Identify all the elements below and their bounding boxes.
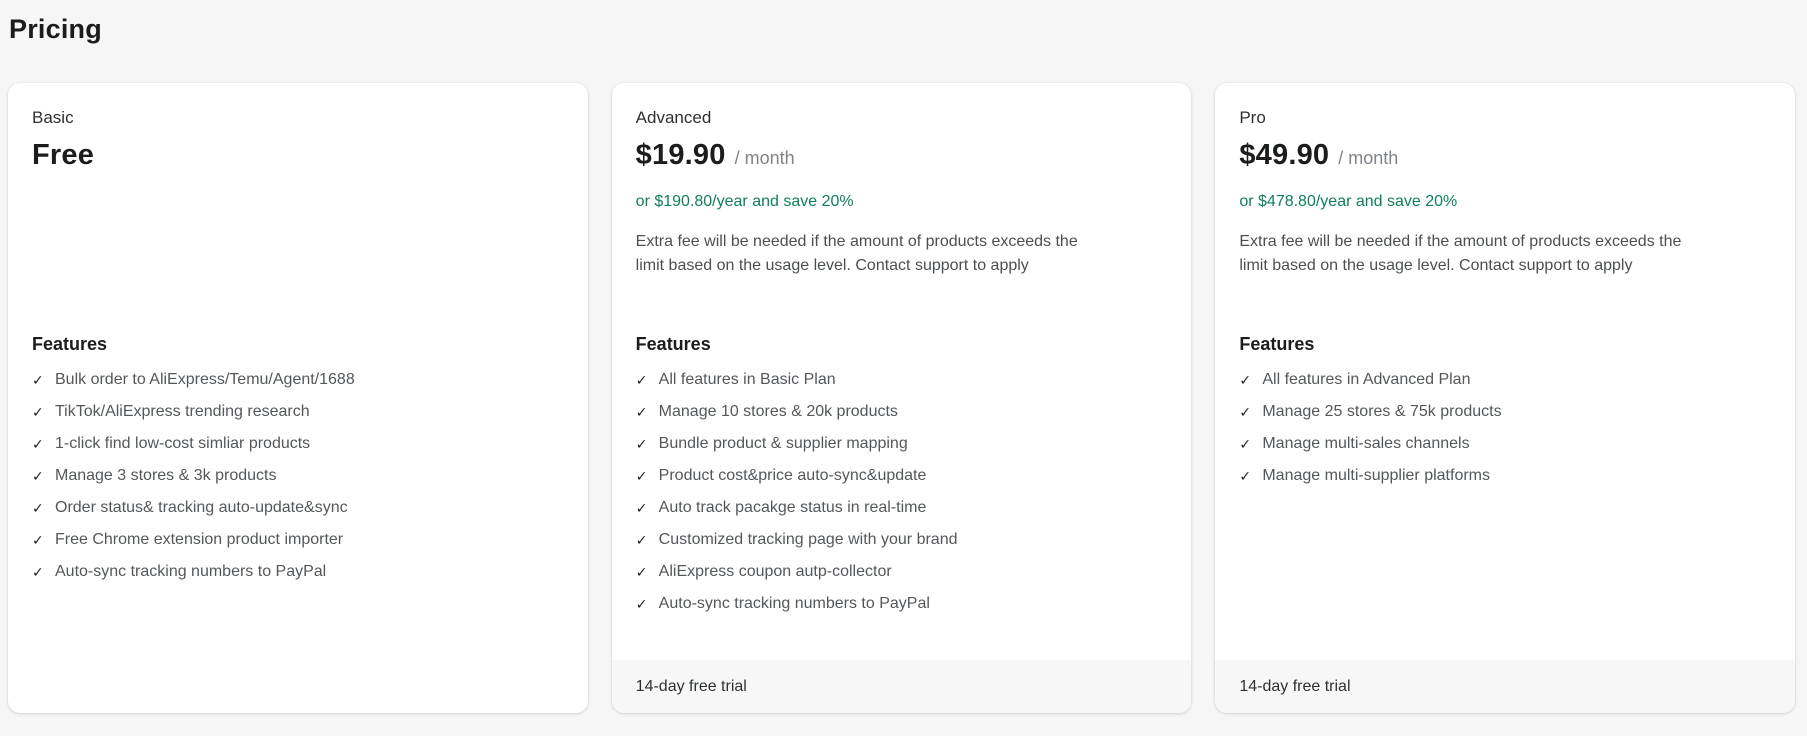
plan-name: Basic: [32, 108, 74, 127]
features-list: ✓ Bulk order to AliExpress/Temu/Agent/168…: [32, 371, 564, 581]
feature-item: ✓ Bulk order to AliExpress/Temu/Agent/168…: [32, 371, 564, 389]
feature-item: ✓ All features in Advanced Plan: [1239, 371, 1771, 389]
check-icon: ✓: [635, 372, 648, 388]
check-icon: ✓: [32, 564, 44, 580]
feature-item: ✓ Manage multi-sales channels: [1239, 435, 1771, 453]
plan-card-advanced: Advanced $19.90 / month or $190.80/year …: [611, 83, 1192, 713]
page-title: Pricing: [9, 14, 102, 44]
feature-text: AliExpress coupon autp-collector: [658, 563, 892, 580]
feature-item: ✓ Auto-sync tracking numbers to PayPal: [636, 595, 1168, 613]
feature-item: ✓ Auto-sync tracking numbers to PayPal: [32, 563, 564, 581]
trial-footer: 14-day free trial: [1215, 660, 1796, 713]
feature-item: ✓ Product cost&price auto-sync&update: [636, 467, 1168, 485]
feature-item: ✓ Manage 10 stores & 20k products: [636, 403, 1168, 421]
feature-item: ✓ Auto track pacakge status in real-time: [636, 499, 1168, 517]
feature-item: ✓ Manage multi-supplier platforms: [1239, 467, 1771, 485]
check-icon: ✓: [1239, 468, 1252, 484]
feature-item: ✓ Order status& tracking auto-update&sync: [32, 499, 564, 517]
feature-text: Customized tracking page with your brand: [658, 531, 958, 548]
plan-price-row: Free: [32, 137, 564, 173]
pricing-cards-container: Basic Free Features ✓ Bulk order to AliEx…: [8, 83, 1796, 713]
plan-price: $49.90: [1239, 139, 1330, 171]
check-icon: ✓: [1239, 372, 1252, 388]
feature-item: ✓ Customized tracking page with your bran…: [636, 531, 1168, 549]
features-heading: Features: [1239, 334, 1315, 354]
plan-billing-period: / month: [734, 148, 795, 168]
check-icon: ✓: [635, 596, 648, 612]
check-icon: ✓: [635, 436, 648, 452]
feature-item: ✓ Manage 25 stores & 75k products: [1239, 403, 1771, 421]
plan-price-row: $19.90 / month: [636, 137, 1168, 176]
plan-card-header: Advanced $19.90 / month or $190.80/year …: [636, 109, 1168, 333]
plan-name: Advanced: [635, 108, 712, 127]
feature-text: Bundle product & supplier mapping: [658, 435, 908, 452]
check-icon: ✓: [32, 468, 44, 484]
feature-text: All features in Basic Plan: [658, 371, 836, 388]
feature-text: Bulk order to AliExpress/Temu/Agent/1688: [55, 371, 355, 388]
features-heading: Features: [635, 334, 711, 354]
feature-item: ✓ TikTok/AliExpress trending research: [32, 403, 564, 421]
check-icon: ✓: [635, 404, 648, 420]
feature-text: Manage 25 stores & 75k products: [1262, 403, 1502, 420]
plan-price: Free: [32, 139, 95, 171]
check-icon: ✓: [32, 532, 44, 548]
plan-card-basic: Basic Free Features ✓ Bulk order to AliEx…: [8, 83, 588, 713]
plan-billing-period: / month: [1338, 148, 1399, 168]
feature-item: ✓ Bundle product & supplier mapping: [636, 435, 1168, 453]
check-icon: ✓: [32, 404, 44, 420]
feature-text: 1-click find low-cost simliar products: [55, 435, 311, 452]
feature-text: Manage 3 stores & 3k products: [55, 467, 277, 484]
check-icon: ✓: [1239, 436, 1252, 452]
check-icon: ✓: [32, 372, 44, 388]
feature-text: Product cost&price auto-sync&update: [658, 467, 927, 484]
feature-item: ✓ Free Chrome extension product importer: [32, 531, 564, 549]
feature-item: ✓ All features in Basic Plan: [636, 371, 1168, 389]
plan-price: $19.90: [635, 139, 726, 171]
feature-text: Manage 10 stores & 20k products: [658, 403, 898, 420]
plan-yearly-offer: or $478.80/year and save 20%: [1239, 193, 1458, 210]
feature-text: Auto-sync tracking numbers to PayPal: [658, 595, 930, 612]
feature-text: Manage multi-sales channels: [1262, 435, 1470, 452]
feature-text: All features in Advanced Plan: [1262, 371, 1471, 388]
plan-yearly-offer: or $190.80/year and save 20%: [635, 193, 854, 210]
feature-item: ✓ 1-click find low-cost simliar products: [32, 435, 564, 453]
check-icon: ✓: [635, 564, 648, 580]
plan-extra-fee-note: Extra fee will be needed if the amount o…: [635, 233, 1078, 274]
check-icon: ✓: [635, 532, 648, 548]
feature-text: Order status& tracking auto-update&sync: [55, 499, 348, 516]
feature-text: Auto-sync tracking numbers to PayPal: [55, 563, 327, 580]
check-icon: ✓: [1239, 404, 1252, 420]
plan-card-header: Pro $49.90 / month or $478.80/year and s…: [1239, 109, 1771, 333]
check-icon: ✓: [635, 500, 648, 516]
features-list: ✓ All features in Advanced Plan ✓ Manage 2…: [1239, 371, 1771, 485]
plan-card-pro: Pro $49.90 / month or $478.80/year and s…: [1215, 83, 1796, 713]
features-list: ✓ All features in Basic Plan ✓ Manage 10 s…: [636, 371, 1168, 613]
check-icon: ✓: [635, 468, 648, 484]
plan-price-row: $49.90 / month: [1239, 137, 1771, 176]
check-icon: ✓: [32, 500, 44, 516]
features-heading: Features: [32, 334, 108, 354]
feature-text: Auto track pacakge status in real-time: [658, 499, 927, 516]
plan-extra-fee-note: Extra fee will be needed if the amount o…: [1239, 233, 1682, 274]
trial-footer: 14-day free trial: [611, 660, 1192, 713]
feature-text: Manage multi-supplier platforms: [1262, 467, 1490, 484]
plan-card-header: Basic Free: [32, 109, 564, 333]
check-icon: ✓: [32, 436, 44, 452]
feature-text: Free Chrome extension product importer: [55, 531, 344, 548]
feature-item: ✓ Manage 3 stores & 3k products: [32, 467, 564, 485]
feature-text: TikTok/AliExpress trending research: [55, 403, 310, 420]
feature-item: ✓ AliExpress coupon autp-collector: [636, 563, 1168, 581]
plan-name: Pro: [1239, 108, 1266, 127]
